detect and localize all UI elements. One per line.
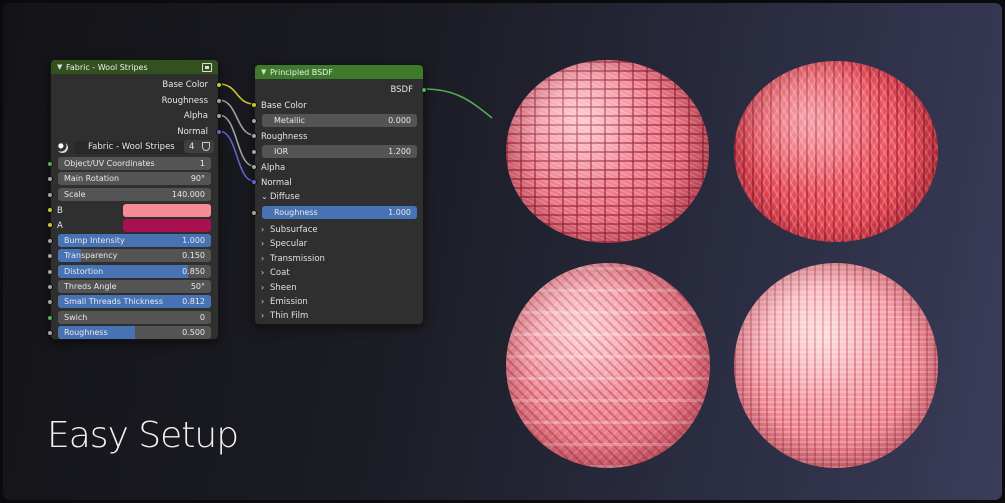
material-preview-knit	[734, 61, 938, 242]
panel-collapsed-chevron-icon: ›	[261, 311, 265, 320]
input-socket-uv[interactable]	[47, 161, 53, 167]
output-socket-base-color[interactable]	[216, 82, 222, 88]
group-node-header[interactable]: ▼ Fabric - Wool Stripes	[51, 60, 218, 74]
input-socket-color-b[interactable]	[47, 207, 53, 213]
panel-collapsed-chevron-icon: ›	[261, 225, 265, 234]
output-socket-roughness[interactable]	[216, 98, 222, 104]
input-socket-normal[interactable]	[251, 179, 257, 185]
node-group-selector[interactable]: Fabric - Wool Stripes 4	[57, 140, 215, 154]
collapse-chevron-icon[interactable]: ▼	[261, 68, 270, 76]
input-main-rotation[interactable]: Main Rotation 90°	[58, 172, 211, 185]
panel-diffuse[interactable]: ⌄ Diffuse	[261, 190, 300, 203]
input-socket-swich[interactable]	[47, 315, 53, 321]
input-socket-small-threads-thickness[interactable]	[47, 299, 53, 305]
input-normal-label: Normal	[261, 177, 292, 188]
input-base-color-label: Base Color	[261, 100, 307, 111]
input-alpha-label: Alpha	[261, 162, 286, 173]
panel-collapsed-chevron-icon: ›	[261, 268, 265, 277]
input-socket-roughness[interactable]	[251, 133, 257, 139]
input-swich[interactable]: Swich 0	[58, 311, 211, 324]
panel-collapsed-chevron-icon: ›	[261, 254, 265, 263]
input-socket-diffuse-roughness[interactable]	[251, 210, 257, 216]
input-object-uv-coordinates[interactable]: Object/UV Coordinates 1	[58, 157, 211, 170]
bsdf-node-title: Principled BSDF	[270, 67, 333, 77]
input-socket-transparency[interactable]	[47, 253, 53, 259]
node-group-name[interactable]: Fabric - Wool Stripes	[74, 140, 192, 154]
input-socket-color-a[interactable]	[47, 222, 53, 228]
collapse-chevron-icon[interactable]: ▼	[57, 63, 66, 71]
input-diffuse-roughness[interactable]: Roughness 1.000	[262, 206, 417, 219]
output-normal: Normal	[177, 126, 208, 137]
input-socket-main-rotation[interactable]	[47, 176, 53, 182]
principled-bsdf-node[interactable]: ▼ Principled BSDF BSDF Base Color Metall…	[251, 64, 427, 325]
input-color-b-label: B	[57, 205, 63, 216]
color-swatch-b[interactable]	[123, 204, 211, 217]
node-group-users-count[interactable]: 4	[184, 140, 214, 153]
input-small-threads-thickness[interactable]: Small Threads Thickness 0.812	[58, 295, 211, 308]
input-roughness[interactable]: Roughness 0.500	[58, 326, 211, 339]
output-socket-bsdf[interactable]	[421, 87, 427, 93]
material-preview-basket-weave	[506, 60, 709, 243]
material-preview-rib-knit	[734, 263, 938, 468]
panel-emission[interactable]: › Emission	[261, 295, 308, 308]
panel-thin-film[interactable]: › Thin Film	[261, 309, 308, 322]
input-socket-base-color[interactable]	[251, 102, 257, 108]
input-distortion[interactable]: Distortion 0.850	[58, 265, 211, 278]
group-node-title: Fabric - Wool Stripes	[66, 62, 148, 72]
node-group-icon[interactable]	[202, 62, 212, 72]
input-bump-intensity[interactable]: Bump Intensity 1.000	[58, 234, 211, 247]
panel-coat[interactable]: › Coat	[261, 266, 290, 279]
input-socket-metallic[interactable]	[251, 118, 257, 124]
output-bsdf: BSDF	[390, 84, 413, 95]
input-socket-ior[interactable]	[251, 149, 257, 155]
output-socket-normal[interactable]	[216, 129, 222, 135]
input-metallic[interactable]: Metallic 0.000	[262, 114, 417, 127]
input-transparency[interactable]: Transparency 0.150	[58, 249, 211, 262]
input-scale[interactable]: Scale 140.000	[58, 188, 211, 201]
panel-transmission[interactable]: › Transmission	[261, 252, 325, 265]
group-node-fabric-wool-stripes[interactable]: ▼ Fabric - Wool Stripes Base Color Rough…	[47, 59, 222, 340]
headline: Easy Setup	[47, 415, 239, 456]
input-ior[interactable]: IOR 1.200	[262, 145, 417, 158]
panel-sheen[interactable]: › Sheen	[261, 281, 297, 294]
panel-subsurface[interactable]: › Subsurface	[261, 223, 318, 236]
input-color-a-label: A	[57, 220, 63, 231]
material-preview-herringbone	[506, 263, 710, 468]
output-roughness: Roughness	[161, 95, 208, 106]
output-alpha: Alpha	[183, 110, 208, 121]
panel-collapsed-chevron-icon: ›	[261, 297, 265, 306]
node-tree-icon[interactable]	[57, 141, 68, 153]
color-swatch-a[interactable]	[123, 219, 211, 232]
panel-expanded-chevron-icon: ⌄	[261, 192, 268, 201]
input-socket-threds-angle[interactable]	[47, 284, 53, 290]
input-socket-roughness[interactable]	[47, 330, 53, 336]
input-socket-alpha[interactable]	[251, 164, 257, 170]
input-roughness-label: Roughness	[261, 131, 308, 142]
input-socket-scale[interactable]	[47, 192, 53, 198]
bsdf-node-header[interactable]: ▼ Principled BSDF	[255, 65, 423, 79]
output-socket-alpha[interactable]	[216, 113, 222, 119]
panel-collapsed-chevron-icon: ›	[261, 239, 265, 248]
output-base-color: Base Color	[162, 79, 208, 90]
input-socket-bump-intensity[interactable]	[47, 238, 53, 244]
panel-collapsed-chevron-icon: ›	[261, 283, 265, 292]
input-socket-distortion[interactable]	[47, 269, 53, 275]
panel-specular[interactable]: › Specular	[261, 237, 307, 250]
input-threds-angle[interactable]: Threds Angle 50°	[58, 280, 211, 293]
fake-user-shield-icon[interactable]	[202, 142, 210, 151]
